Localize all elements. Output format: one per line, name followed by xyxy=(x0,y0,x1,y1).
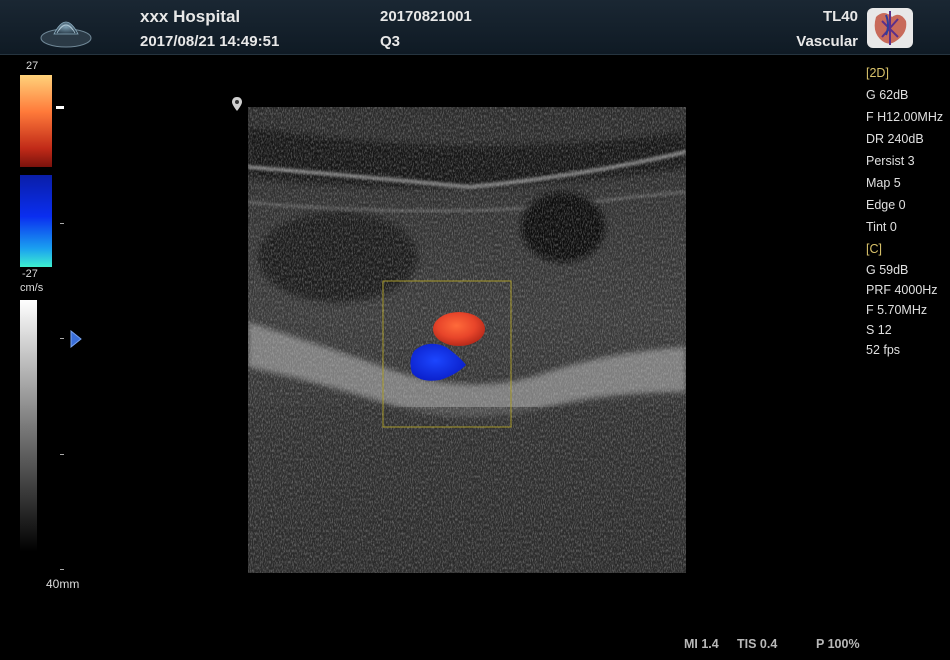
param-2d-persist: Persist 3 xyxy=(866,154,915,168)
param-color-smooth: S 12 xyxy=(866,323,892,337)
color-scale-min: -27 xyxy=(22,268,38,280)
depth-tick xyxy=(60,454,64,455)
vascular-organ-icon xyxy=(867,8,913,48)
color-scale-negative-bar xyxy=(20,175,52,267)
param-2d-dynamic-range: DR 240dB xyxy=(866,132,924,146)
param-color-gain: G 59dB xyxy=(866,263,909,277)
depth-tick xyxy=(60,569,64,570)
acoustic-power: P 100% xyxy=(816,637,860,651)
location-pin-icon[interactable] xyxy=(230,96,244,112)
color-scale-unit: cm/s xyxy=(20,282,44,294)
param-color-frequency: F 5.70MHz xyxy=(866,303,928,317)
color-scale-positive-bar xyxy=(20,75,52,167)
param-2d-edge: Edge 0 xyxy=(866,198,906,212)
exam-preset: Vascular xyxy=(796,33,858,50)
color-scale-tick xyxy=(60,223,64,224)
param-2d-gain: G 62dB xyxy=(866,88,909,102)
header-bar: xxx Hospital 2017/08/21 14:49:51 2017082… xyxy=(0,0,950,55)
baseline-marker xyxy=(56,106,64,109)
parameter-panel: [2D] G 62dB F H12.00MHz DR 240dB Persist… xyxy=(866,62,943,360)
patient-sub-id: Q3 xyxy=(380,33,401,50)
exam-datetime: 2017/08/21 14:49:51 xyxy=(140,33,280,50)
depth-label: 40mm xyxy=(46,577,80,591)
ultrasound-image[interactable] xyxy=(248,107,686,573)
color-scale-max: 27 xyxy=(26,60,39,72)
red-flow-vessel xyxy=(433,312,485,346)
param-2d-frequency: F H12.00MHz xyxy=(866,110,944,124)
mechanical-index: MI 1.4 xyxy=(684,637,719,651)
param-2d-map: Map 5 xyxy=(866,176,901,190)
depth-tick xyxy=(60,338,64,339)
param-2d-tint: Tint 0 xyxy=(866,220,897,234)
param-frame-rate: 52 fps xyxy=(866,343,901,357)
gray-scale-bar xyxy=(20,300,37,552)
mode-heading-color: [C] xyxy=(866,242,882,256)
probe-logo-icon xyxy=(40,21,92,48)
hospital-name: xxx Hospital xyxy=(140,7,241,26)
focus-marker-icon[interactable] xyxy=(70,330,82,348)
param-color-prf: PRF 4000Hz xyxy=(866,283,938,297)
patient-id: 20170821001 xyxy=(380,8,472,25)
thermal-index: TIS 0.4 xyxy=(737,637,778,651)
mode-heading-2d: [2D] xyxy=(866,66,889,80)
probe-name: TL40 xyxy=(822,8,858,25)
